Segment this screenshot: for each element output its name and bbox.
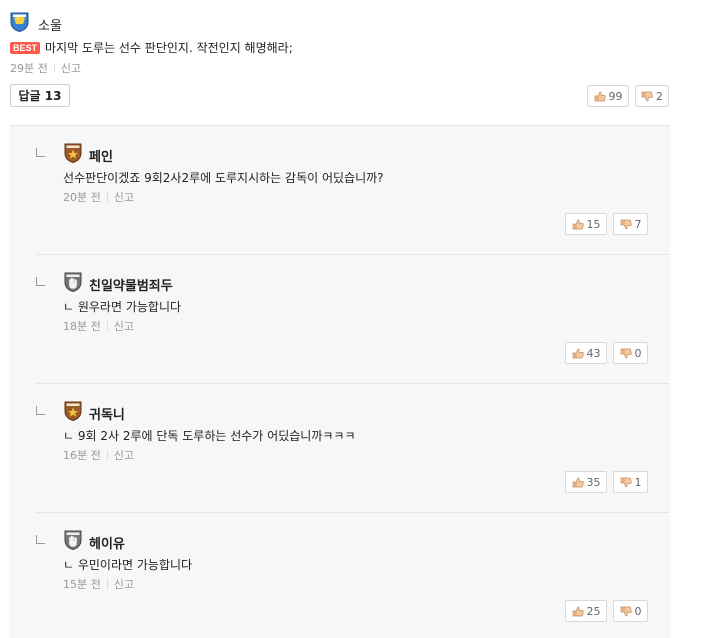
best-badge: BEST (10, 42, 41, 54)
dislike-button[interactable]: 0 (613, 342, 648, 364)
like-button[interactable]: 43 (565, 342, 607, 364)
reply-text: ㄴ 9회 2사 2루에 단독 도루하는 선수가 어딨습니까ㅋㅋㅋ (63, 429, 356, 443)
thumbs-up-icon (572, 477, 584, 487)
replies-count: 13 (44, 88, 62, 103)
thumbs-up-icon (572, 606, 584, 616)
reply-meta: 18분 전 신고 (63, 318, 134, 334)
reply-meta: 15분 전 신고 (63, 576, 134, 592)
like-button[interactable]: 25 (565, 600, 607, 622)
thumbs-up-icon (594, 91, 606, 101)
report-link[interactable]: 신고 (114, 320, 134, 333)
timestamp: 29분 전 (10, 62, 48, 75)
dislike-count: 7 (634, 217, 642, 231)
report-link[interactable]: 신고 (114, 578, 134, 591)
author-name[interactable]: 소울 (38, 15, 62, 34)
dislike-button[interactable]: 7 (613, 213, 648, 235)
reply-author[interactable]: 귀독니 (89, 404, 125, 423)
dislike-count: 1 (634, 475, 642, 489)
thumbs-up-icon (572, 219, 584, 229)
star-badge-icon (64, 401, 82, 421)
dislike-count: 0 (634, 346, 642, 360)
comment-text: BEST 마지막 도루는 선수 판단인지. 작전인지 해명해라; (10, 39, 293, 56)
report-link[interactable]: 신고 (114, 191, 134, 204)
timestamp: 20분 전 (63, 191, 101, 204)
reply-item: 친일약물범죄두 ㄴ 원우라면 가능합니다 18분 전 신고 43 0 (0, 255, 690, 383)
like-button[interactable]: 99 (587, 85, 629, 107)
thumbs-down-icon (641, 91, 653, 101)
like-button[interactable]: 15 (565, 213, 607, 235)
reply-item: 헤이유 ㄴ 우민이라면 가능합니다 15분 전 신고 25 0 (0, 513, 690, 637)
replies-label: 답글 (18, 89, 41, 103)
like-count: 25 (586, 604, 601, 618)
reply-text: ㄴ 원우라면 가능합니다 (63, 300, 182, 314)
dislike-button[interactable]: 0 (613, 600, 648, 622)
dislike-count: 2 (656, 89, 663, 103)
like-count: 43 (586, 346, 601, 360)
reply-indent-marker (36, 148, 45, 157)
timestamp: 16분 전 (63, 449, 101, 462)
dislike-count: 0 (634, 604, 642, 618)
thumbs-up-icon (572, 348, 584, 358)
thumbs-down-icon (620, 606, 632, 616)
like-button[interactable]: 35 (565, 471, 607, 493)
reply-item: 페인 선수판단이겠죠 9회2사2루에 도루지시하는 감독이 어딨습니까? 20분… (0, 126, 690, 254)
thumbs-down-icon (620, 348, 632, 358)
thumbs-down-icon (620, 219, 632, 229)
report-link[interactable]: 신고 (114, 449, 134, 462)
reply-indent-marker (36, 406, 45, 415)
shield-badge-icon (10, 12, 29, 32)
reply-author[interactable]: 페인 (89, 146, 113, 165)
reply-author[interactable]: 친일약물범죄두 (89, 275, 173, 294)
hand-badge-icon (64, 272, 82, 292)
comment-body: 마지막 도루는 선수 판단인지. 작전인지 해명해라; (45, 41, 293, 55)
reply-text: 선수판단이겠죠 9회2사2루에 도루지시하는 감독이 어딨습니까? (63, 171, 384, 185)
like-count: 15 (586, 217, 601, 231)
reply-indent-marker (36, 535, 45, 544)
scrollbar[interactable] (690, 0, 707, 637)
reply-author[interactable]: 헤이유 (89, 533, 125, 552)
reply-meta: 20분 전 신고 (63, 189, 134, 205)
timestamp: 18분 전 (63, 320, 101, 333)
like-count: 35 (586, 475, 601, 489)
replies-toggle-button[interactable]: 답글 13 (10, 84, 70, 107)
comment-meta: 29분 전 신고 (10, 60, 81, 76)
reply-indent-marker (36, 277, 45, 286)
dislike-button[interactable]: 2 (635, 85, 669, 107)
timestamp: 15분 전 (63, 578, 101, 591)
report-link[interactable]: 신고 (61, 62, 81, 75)
reply-meta: 16분 전 신고 (63, 447, 134, 463)
main-comment: 소울 BEST 마지막 도루는 선수 판단인지. 작전인지 해명해라; 29분 전… (0, 0, 690, 120)
dislike-button[interactable]: 1 (613, 471, 648, 493)
reply-item: 귀독니 ㄴ 9회 2사 2루에 단독 도루하는 선수가 어딨습니까ㅋㅋㅋ 16분… (0, 384, 690, 512)
hand-badge-icon (64, 530, 82, 550)
star-badge-icon (64, 143, 82, 163)
thumbs-down-icon (620, 477, 632, 487)
like-count: 99 (608, 89, 623, 103)
reply-text: ㄴ 우민이라면 가능합니다 (63, 558, 193, 572)
